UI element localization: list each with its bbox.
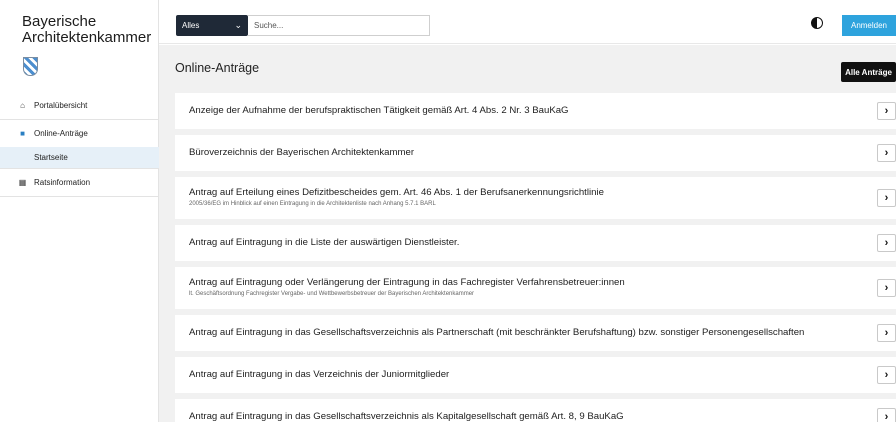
item-title: Antrag auf Eintragung in die Liste der a… xyxy=(189,237,460,248)
sidebar-item-portaluebersicht[interactable]: ⌂ Portalübersicht xyxy=(0,92,159,119)
chevron-right-icon[interactable]: › xyxy=(877,408,896,422)
list-item[interactable]: Antrag auf Eintragung in das Gesellschaf… xyxy=(175,315,896,351)
item-title: Antrag auf Eintragung oder Verlängerung … xyxy=(189,277,625,288)
contrast-icon[interactable] xyxy=(811,17,823,29)
item-title: Antrag auf Eintragung in das Gesellschaf… xyxy=(189,327,805,338)
main-content: Online-Anträge Alle Anträge Anzeige der … xyxy=(159,45,896,422)
home-icon: ⌂ xyxy=(20,101,25,110)
category-value: Alles xyxy=(182,21,200,30)
sidebar-item-online-antraege[interactable]: ■ Online-Anträge xyxy=(0,120,159,147)
application-list: Anzeige der Aufnahme der berufspraktisch… xyxy=(175,93,896,422)
chevron-right-icon[interactable]: › xyxy=(877,102,896,120)
sidebar-item-label: Ratsinformation xyxy=(34,178,91,187)
chevron-right-icon[interactable]: › xyxy=(877,144,896,162)
sidebar-item-label: Startseite xyxy=(34,153,68,162)
item-subtitle: lt. Geschäftsordnung Fachregister Vergab… xyxy=(189,291,475,297)
item-title: Antrag auf Erteilung eines Defizitbesche… xyxy=(189,187,604,198)
list-item[interactable]: Büroverzeichnis der Bayerischen Architek… xyxy=(175,135,896,171)
list-item[interactable]: Antrag auf Erteilung eines Defizitbesche… xyxy=(175,177,896,219)
list-item[interactable]: Antrag auf Eintragung oder Verlängerung … xyxy=(175,267,896,309)
sidebar-nav: ⌂ Portalübersicht ■ Online-Anträge Start… xyxy=(0,92,159,197)
item-title: Antrag auf Eintragung in das Verzeichnis… xyxy=(189,369,450,380)
bavarian-crest-icon xyxy=(23,57,38,76)
list-item[interactable]: Anzeige der Aufnahme der berufspraktisch… xyxy=(175,93,896,129)
list-item[interactable]: Antrag auf Eintragung in die Liste der a… xyxy=(175,225,896,261)
divider xyxy=(0,196,159,197)
chevron-right-icon[interactable]: › xyxy=(877,234,896,252)
chevron-right-icon[interactable]: › xyxy=(877,279,896,297)
search-input[interactable]: Suche... xyxy=(248,15,430,36)
category-select[interactable]: Alles ⌄ xyxy=(176,15,248,36)
item-title: Büroverzeichnis der Bayerischen Architek… xyxy=(189,147,415,158)
sidebar-item-label: Online-Anträge xyxy=(34,129,88,138)
chevron-right-icon[interactable]: › xyxy=(877,324,896,342)
item-title: Antrag auf Eintragung in das Gesellschaf… xyxy=(189,411,624,422)
building-icon: ▦ xyxy=(18,178,27,187)
chevron-down-icon: ⌄ xyxy=(234,20,242,30)
org-name[interactable]: Bayerische Architektenkammer xyxy=(22,14,157,46)
item-title: Anzeige der Aufnahme der berufspraktisch… xyxy=(189,105,569,116)
sidebar-item-ratsinformation[interactable]: ▦ Ratsinformation xyxy=(0,169,159,196)
sidebar-item-label: Portalübersicht xyxy=(34,101,88,110)
sidebar-subitem-startseite[interactable]: Startseite xyxy=(0,147,159,168)
list-item[interactable]: Antrag auf Eintragung in das Verzeichnis… xyxy=(175,357,896,393)
topbar: Alles ⌄ Suche... Anmelden xyxy=(159,0,896,44)
list-item[interactable]: Antrag auf Eintragung in das Gesellschaf… xyxy=(175,399,896,422)
chevron-right-icon[interactable]: › xyxy=(877,366,896,384)
chevron-right-icon[interactable]: › xyxy=(877,189,896,207)
item-subtitle: 2005/36/EG im Hinblick auf einen Eintrag… xyxy=(189,201,436,207)
login-button[interactable]: Anmelden xyxy=(842,15,896,36)
sidebar: Bayerische Architektenkammer ⌂ Portalübe… xyxy=(0,0,159,422)
document-icon: ■ xyxy=(20,129,25,138)
page-title: Online-Anträge xyxy=(175,61,260,75)
all-applications-button[interactable]: Alle Anträge xyxy=(841,62,896,82)
